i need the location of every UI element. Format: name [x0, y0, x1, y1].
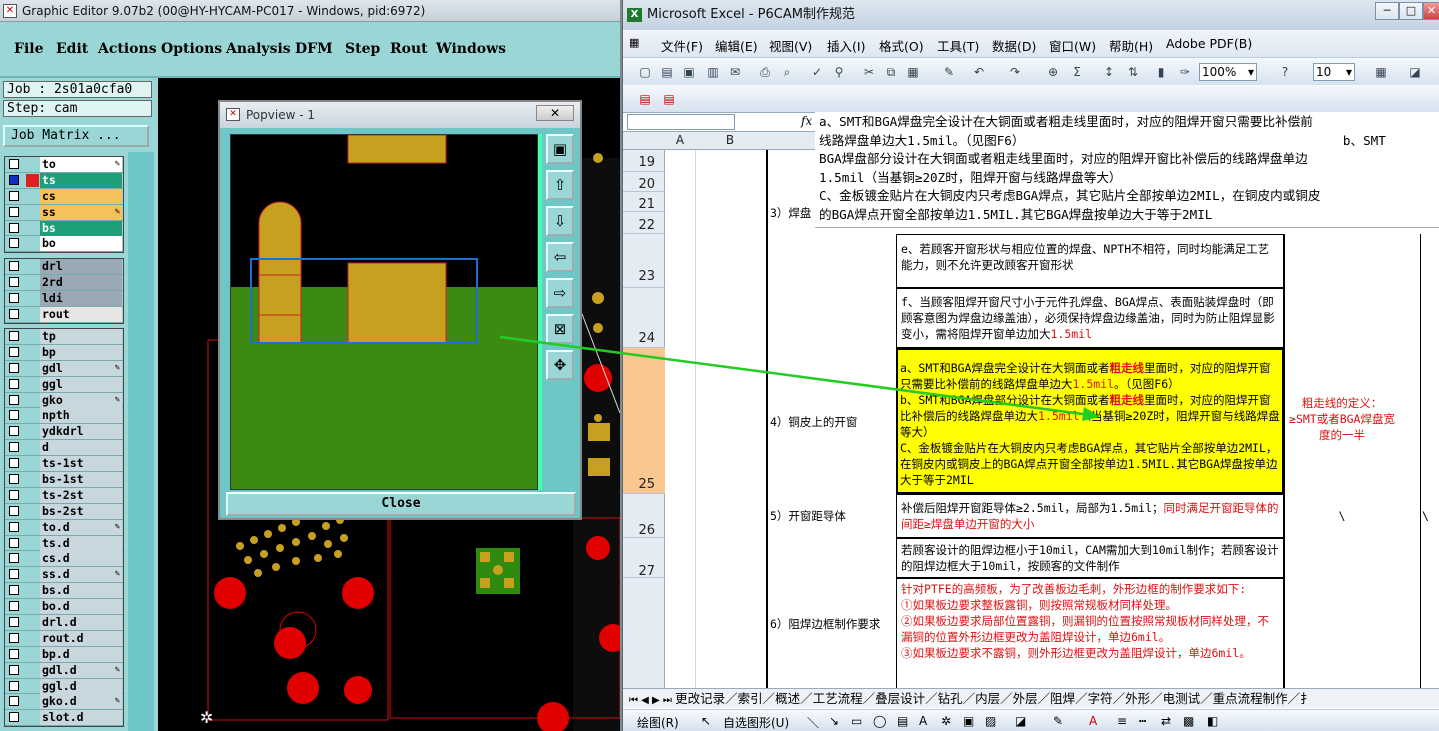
formula-line: BGA焊盘部分设计在大铜面或者粗走线里面时，对应的阻焊开窗比补偿后的线路焊盘单边 — [819, 151, 1308, 167]
annotation-arrow — [499, 335, 1100, 421]
formula-line: 1.5mil（当基铜≥20Z时，阻焊开窗与线路焊盘等大） — [819, 169, 1122, 185]
formula-content-expanded[interactable]: a、SMT和BGA焊盘完全设计在大铜面或者粗走线里面时，对应的阻焊开窗只需要比补… — [815, 112, 1439, 228]
formula-line: 线路焊盘单边大1.5mil。（见图F6） b、SMT — [819, 132, 1386, 148]
formula-line: a、SMT和BGA焊盘完全设计在大铜面或者粗走线里面时，对应的阻焊开窗只需要比补… — [819, 114, 1313, 129]
formula-line: C、金板镀金贴片在大铜皮内只考虑BGA焊点，其它贴片全部按单边2MIL，在铜皮内… — [819, 188, 1321, 204]
formula-line: 的BGA焊点开窗全部按单边1.5MIL.其它BGA焊盘按单边大于等于2MIL — [819, 206, 1213, 222]
